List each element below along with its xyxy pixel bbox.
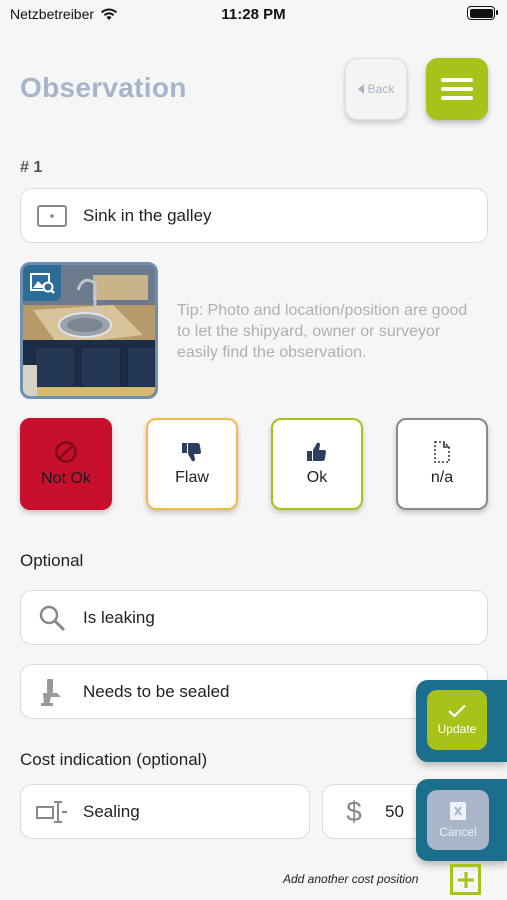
thumbs-up-icon <box>307 442 326 461</box>
prohibited-icon <box>55 441 77 463</box>
problem-text: Is leaking <box>83 607 155 627</box>
observation-title-text: Sink in the galley <box>83 205 212 225</box>
cancel-button[interactable]: Cancel <box>427 790 489 850</box>
update-button-label: Update <box>437 722 477 736</box>
text-cursor-icon <box>21 800 83 824</box>
blank-document-icon <box>434 441 450 463</box>
dollar-icon: $ <box>346 795 362 827</box>
rating-flaw-button[interactable]: Flaw <box>146 418 238 510</box>
rating-ok-label: Ok <box>306 469 328 486</box>
problem-field[interactable]: Is leaking <box>20 590 488 645</box>
page-title: Observation <box>20 72 187 103</box>
rating-not-ok-label: Not Ok <box>41 470 91 487</box>
image-search-icon[interactable] <box>23 265 61 301</box>
status-time: 11:28 PM <box>221 6 286 23</box>
sealant-gun-icon <box>21 677 83 707</box>
plus-icon <box>457 871 474 888</box>
cost-description-field[interactable]: Sealing <box>20 784 310 839</box>
add-cost-label: Add another cost position <box>283 872 419 886</box>
action-text: Needs to be sealed <box>83 681 230 701</box>
hamburger-icon <box>441 78 473 82</box>
observation-title-field[interactable]: Sink in the galley <box>20 188 488 243</box>
rating-flaw-label: Flaw <box>175 469 209 486</box>
add-cost-button[interactable] <box>450 864 481 895</box>
cost-amount-text: 50 <box>385 801 404 821</box>
observation-photo[interactable] <box>20 262 158 399</box>
checkmark-icon <box>448 704 466 718</box>
back-arrow-icon <box>357 84 364 94</box>
cancel-document-icon <box>450 802 466 820</box>
rating-ok-button[interactable]: Ok <box>271 418 363 510</box>
battery-icon <box>467 6 498 20</box>
photo-tip-text: Tip: Photo and location/position are goo… <box>177 302 468 361</box>
menu-button[interactable] <box>426 58 488 120</box>
rating-not-ok-button[interactable]: Not Ok <box>20 418 112 510</box>
back-button-label: Back <box>367 82 395 96</box>
search-icon <box>21 604 83 632</box>
update-button[interactable]: Update <box>427 690 487 750</box>
thumbs-down-icon <box>182 443 201 462</box>
rating-na-label: n/a <box>430 469 454 486</box>
location-marker-icon <box>21 204 83 227</box>
cancel-button-label: Cancel <box>439 825 477 839</box>
cost-section-label: Cost indication (optional) <box>20 750 208 769</box>
optional-section-label: Optional <box>20 551 84 570</box>
rating-na-button[interactable]: n/a <box>396 418 488 510</box>
back-button[interactable]: Back <box>345 58 407 120</box>
observation-number: # 1 <box>20 159 43 176</box>
cost-description-text: Sealing <box>83 801 140 821</box>
